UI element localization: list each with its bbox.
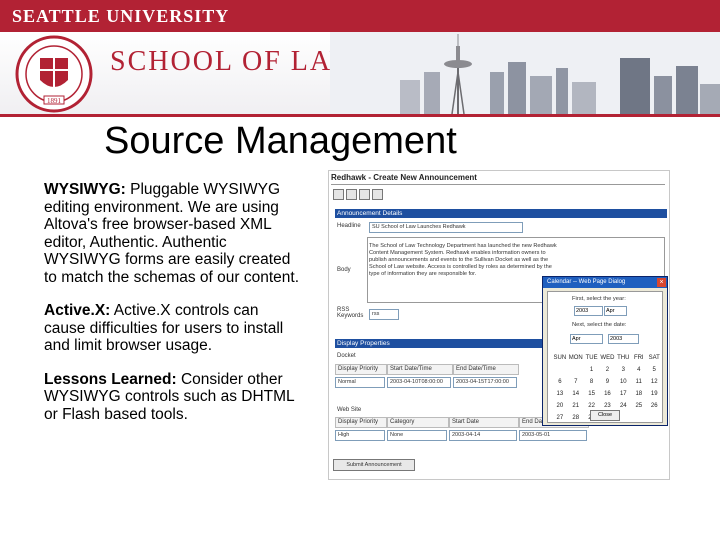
body-text: The School of Law Technology Department … [369,243,557,277]
calendar-day[interactable]: 12 [646,376,662,388]
university-name: SEATTLE UNIVERSITY [12,6,230,26]
calendar-titlebar: Calendar -- Web Page Dialog × [543,277,667,288]
calendar-day[interactable]: 26 [646,400,662,412]
calendar-day[interactable]: 21 [568,400,584,412]
bullet-term: Active.X: [44,302,111,319]
seattle-skyline-icon [330,32,720,114]
bullet-term: WYSIWYG: [44,181,126,198]
calendar-week-row: 1 2 3 4 5 [552,364,662,376]
rss-field[interactable]: rss [369,309,399,320]
close-icon[interactable]: × [657,278,666,287]
rss-label: RSS Keywords [337,307,364,319]
day-prompt: Next, select the date: [572,322,627,328]
calendar-close-button[interactable]: Close [590,410,620,421]
calendar-day[interactable] [631,412,646,424]
weekday-label: TUE [585,355,598,361]
calendar-day[interactable]: 1 [584,364,600,376]
body-label: Body [337,267,351,273]
bullet-lessons: Lessons Learned: Consider other WYSIWYG … [44,371,304,424]
headline-label: Headline [337,223,361,229]
calendar-day[interactable]: 11 [631,376,646,388]
calendar-day[interactable]: 5 [646,364,662,376]
seal-year: 1891 [47,97,62,105]
docket-start-field[interactable]: 2003-04-10T08:00:00 [387,377,451,388]
web-end-date-field[interactable]: 2003-05-01 [519,430,587,441]
docket-priority-select[interactable]: Normal [335,377,385,388]
bullet-activex: Active.X: Active.X controls can cause di… [44,302,304,355]
submit-announcement-button[interactable]: Submit Announcement [333,459,415,471]
editor-toolbar [333,189,383,200]
docket-col-start: Start Date/Time [387,364,453,375]
calendar-day[interactable]: 10 [615,376,631,388]
weekday-header-row: SUN MON TUE WED THU FRI SAT [552,352,662,364]
school-banner: 1891 SCHOOL OF LAW [0,32,720,114]
calendar-day[interactable]: 27 [552,412,568,424]
calendar-day[interactable]: 28 [568,412,584,424]
university-header-bar: SEATTLE UNIVERSITY [0,0,720,32]
form-page-title: Redhawk - Create New Announcement [331,173,477,182]
docket-col-priority: Display Priority [335,364,387,375]
calendar-day[interactable]: 19 [646,388,662,400]
bullet-list: WYSIWYG: Pluggable WYSIWYG editing envir… [44,181,304,439]
calendar-day[interactable] [552,364,568,376]
year-name-select[interactable]: 2003 [608,334,639,344]
calendar-day[interactable]: 2 [599,364,615,376]
calendar-day[interactable]: 16 [599,388,615,400]
university-seal-icon: 1891 [15,35,93,113]
toolbar-button[interactable] [372,189,383,200]
web-category-select[interactable]: None [387,430,447,441]
calendar-dialog: Calendar -- Web Page Dialog × First, sel… [542,276,668,426]
calendar-title: Calendar -- Web Page Dialog [547,279,626,285]
section-announcement-details: Announcement Details [335,209,667,218]
calendar-day[interactable]: 8 [584,376,600,388]
calendar-body: First, select the year: 2003 Apr Next, s… [547,291,663,423]
web-start-date-field[interactable]: 2003-04-14 [449,430,517,441]
calendar-day[interactable]: 25 [631,400,646,412]
weekday-label: WED [600,355,615,361]
calendar-day[interactable]: 4 [631,364,646,376]
toolbar-button[interactable] [359,189,370,200]
weekday-label: SUN [553,355,567,361]
docket-label: Docket [337,353,356,359]
weekday-label: MON [568,355,583,361]
website-label: Web Site [337,407,362,413]
calendar-day[interactable] [568,364,584,376]
calendar-day[interactable]: 14 [568,388,584,400]
calendar-day[interactable]: 7 [568,376,584,388]
calendar-day[interactable] [646,412,662,424]
year-select[interactable]: 2003 [574,306,603,316]
calendar-week-row: 13 14 15 16 17 18 19 [552,388,662,400]
title-divider [331,184,665,185]
calendar-day[interactable]: 17 [615,388,631,400]
docket-col-end: End Date/Time [453,364,519,375]
bullet-term: Lessons Learned: [44,370,177,388]
school-name: SCHOOL OF LAW [110,46,359,77]
web-priority-select[interactable]: High [335,430,385,441]
weekday-label: THU [617,355,630,361]
web-col-start-date: Start Date [449,417,519,428]
weekday-label: FRI [633,355,644,361]
month-name-select[interactable]: Apr [570,334,603,344]
calendar-day[interactable]: 9 [599,376,615,388]
calendar-week-row: 6 7 8 9 10 11 12 [552,376,662,388]
bullet-wysiwyg: WYSIWYG: Pluggable WYSIWYG editing envir… [44,181,304,286]
calendar-day[interactable]: 3 [615,364,631,376]
banner-divider [0,114,720,117]
calendar-day[interactable]: 6 [552,376,568,388]
headline-field[interactable]: SU School of Law Launches Redhawk [369,222,523,233]
calendar-day[interactable]: 18 [631,388,646,400]
toolbar-button[interactable] [346,189,357,200]
web-col-priority: Display Priority [335,417,387,428]
calendar-day[interactable]: 13 [552,388,568,400]
month-select[interactable]: Apr [604,306,627,316]
calendar-day[interactable]: 20 [552,400,568,412]
weekday-label: SAT [648,355,660,361]
calendar-day[interactable]: 15 [584,388,600,400]
docket-end-field[interactable]: 2003-04-15T17:00:00 [453,377,517,388]
toolbar-button[interactable] [333,189,344,200]
slide-title: Source Management [104,120,457,162]
year-prompt: First, select the year: [572,296,626,302]
web-col-category: Category [387,417,449,428]
